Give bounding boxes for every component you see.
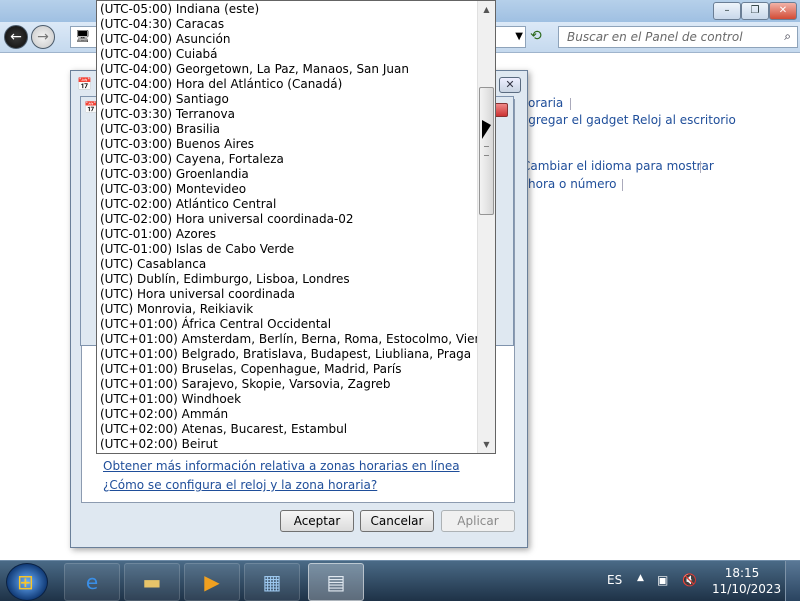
link-separator — [622, 179, 623, 191]
scroll-down-arrow-icon[interactable]: ▼ — [478, 436, 495, 453]
start-button[interactable]: ⊞ — [6, 563, 48, 601]
timezone-option[interactable]: (UTC-04:00) Georgetown, La Paz, Manaos, … — [100, 62, 409, 77]
timezone-option[interactable]: (UTC-03:00) Brasilia — [100, 122, 220, 137]
timezone-option[interactable]: (UTC) Dublín, Edimburgo, Lisboa, Londres — [100, 272, 350, 287]
howto-clock-link[interactable]: ¿Cómo se configura el reloj y la zona ho… — [103, 478, 377, 492]
timezone-option[interactable]: (UTC+02:00) Beirut — [100, 437, 218, 452]
timezone-option[interactable]: (UTC-02:00) Hora universal coordinada-02 — [100, 212, 354, 227]
timezone-option[interactable]: (UTC+02:00) Atenas, Bucarest, Estambul — [100, 422, 347, 437]
folder-icon: ▬ — [142, 570, 162, 594]
taskbar-control-panel[interactable]: ▦ — [244, 563, 300, 601]
timezone-list-items: (UTC-05:00) Indiana (este) (UTC-04:30) Ca… — [97, 1, 477, 453]
clock-time: 18:15 — [724, 566, 760, 580]
timezone-option[interactable]: (UTC-05:00) Indiana (este) — [100, 2, 259, 17]
timezone-option[interactable]: (UTC) Hora universal coordinada — [100, 287, 295, 302]
clock-date: 11/10/2023 — [712, 582, 782, 596]
timezone-option[interactable]: (UTC+01:00) Belgrado, Bratislava, Budape… — [100, 347, 471, 362]
leftnav-item-accesibilidad[interactable]: Accesib — [30, 276, 76, 290]
search-placeholder: Buscar en el Panel de control — [567, 30, 743, 44]
search-input[interactable]: Buscar en el Panel de control ⌕ — [558, 26, 798, 48]
content-link-cambiar-idioma[interactable]: Cambiar el idioma para mostrar — [522, 159, 714, 173]
left-navigation: Ventana control Sistema Redes e Hardwa P… — [0, 52, 85, 560]
windows-logo-icon: ⊞ — [17, 570, 34, 594]
timezone-option[interactable]: (UTC+01:00) Sarajevo, Skopie, Varsovia, … — [100, 377, 391, 392]
system-clock[interactable]: 18:15 11/10/2023 — [712, 565, 782, 597]
ok-button[interactable]: Aceptar — [280, 510, 354, 532]
language-indicator[interactable]: ES — [607, 573, 622, 587]
taskbar-media-player[interactable]: ▶ — [184, 563, 240, 601]
refresh-icon[interactable]: ⟲ — [530, 28, 542, 44]
timezone-info-link[interactable]: Obtener más información relativa a zonas… — [103, 459, 460, 473]
forward-arrow-icon: → — [37, 29, 49, 45]
timezone-option[interactable]: (UTC+01:00) Amsterdam, Berlín, Berna, Ro… — [100, 332, 477, 347]
back-arrow-icon: ← — [10, 29, 22, 45]
timezone-option[interactable]: (UTC-04:00) Cuiabá — [100, 47, 218, 62]
timezone-option[interactable]: (UTC-04:30) Caracas — [100, 17, 224, 32]
mouse-cursor-icon — [482, 120, 491, 139]
address-dropdown-icon[interactable]: ▼ — [515, 27, 523, 47]
taskbar: ⊞ e ▬ ▶ ▦ ▤ ES ▲ ▣ 🔇 18:15 11/10/2023 — [0, 560, 800, 601]
content-link-zona-horaria[interactable]: oraria — [528, 96, 563, 110]
timezone-option[interactable]: (UTC-01:00) Azores — [100, 227, 216, 242]
current-item-bullet: ● — [12, 253, 21, 264]
network-icon[interactable]: ▣ — [657, 573, 668, 587]
taskbar-date-time[interactable]: ▤ — [308, 563, 364, 601]
timezone-option[interactable]: (UTC+01:00) Bruselas, Copenhague, Madrid… — [100, 362, 402, 377]
leftnav-item-hardware[interactable]: Hardwa — [30, 161, 76, 175]
scroll-grip-icon — [484, 146, 489, 156]
link-separator — [700, 161, 701, 173]
close-button[interactable]: ✕ — [769, 2, 797, 20]
timezone-option[interactable]: (UTC-01:00) Islas de Cabo Verde — [100, 242, 294, 257]
timezone-option[interactable]: (UTC-03:30) Terranova — [100, 107, 235, 122]
media-player-icon: ▶ — [204, 570, 220, 594]
timezone-option[interactable]: (UTC-03:00) Buenos Aires — [100, 137, 254, 152]
control-panel-icon: 🖥 — [75, 29, 91, 43]
list-scrollbar[interactable]: ▲ ▼ — [477, 1, 495, 453]
timezone-option[interactable]: (UTC-03:00) Montevideo — [100, 182, 246, 197]
timezone-option[interactable]: (UTC-03:00) Cayena, Fortaleza — [100, 152, 284, 167]
taskbar-internet-explorer[interactable]: e — [64, 563, 120, 601]
link-separator — [570, 98, 571, 110]
timezone-dropdown-list[interactable]: (UTC-05:00) Indiana (este) (UTC-04:30) Ca… — [96, 0, 496, 454]
maximize-button[interactable]: ❐ — [741, 2, 769, 20]
timezone-option[interactable]: (UTC-04:00) Hora del Atlántico (Canadá) — [100, 77, 342, 92]
leftnav-title-line-2[interactable]: control — [30, 85, 72, 99]
scroll-up-arrow-icon[interactable]: ▲ — [478, 1, 495, 18]
timezone-option[interactable]: (UTC+01:00) Windhoek — [100, 392, 241, 407]
cancel-button[interactable]: Cancelar — [360, 510, 434, 532]
apply-button[interactable]: Aplicar — [441, 510, 515, 532]
timezone-option[interactable]: (UTC-04:00) Santiago — [100, 92, 229, 107]
calendar-icon: 📅 — [77, 77, 92, 91]
show-desktop-button[interactable] — [785, 561, 800, 601]
timezone-option[interactable]: (UTC+01:00) África Central Occidental — [100, 317, 331, 332]
timezone-option[interactable]: (UTC) Monrovia, Reikiavik — [100, 302, 253, 317]
minimize-button[interactable]: – — [713, 2, 741, 20]
timezone-option[interactable]: (UTC-02:00) Atlántico Central — [100, 197, 276, 212]
control-panel-icon: ▦ — [262, 570, 282, 594]
forward-button[interactable]: → — [31, 25, 55, 49]
content-link-gadget-reloj[interactable]: Agregar el gadget Reloj al escritorio — [520, 113, 736, 127]
calendar-clock-icon: ▤ — [326, 570, 346, 594]
back-button[interactable]: ← — [4, 25, 28, 49]
timezone-option[interactable]: (UTC-04:00) Asunción — [100, 32, 230, 47]
timezone-option[interactable]: (UTC+02:00) Ammán — [100, 407, 228, 422]
scroll-thumb[interactable] — [479, 87, 494, 215]
volume-muted-icon[interactable]: 🔇 — [682, 573, 697, 587]
content-link-hora-numero[interactable]: hora o número — [528, 177, 617, 191]
dialog-close-button[interactable]: ✕ — [499, 77, 521, 93]
search-icon[interactable]: ⌕ — [784, 29, 791, 44]
timezone-option[interactable]: (UTC-03:00) Groenlandia — [100, 167, 249, 182]
timezone-option[interactable]: (UTC) Casablanca — [100, 257, 206, 272]
taskbar-explorer[interactable]: ▬ — [124, 563, 180, 601]
internet-explorer-icon: e — [85, 570, 99, 594]
show-hidden-icons-icon[interactable]: ▲ — [637, 573, 644, 583]
